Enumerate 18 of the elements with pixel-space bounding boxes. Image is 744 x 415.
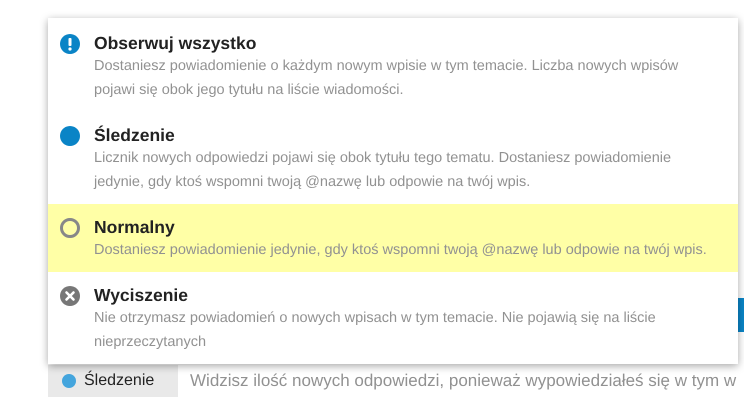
notification-description: Widzisz ilość nowych odpowiedzi, ponieważ wypowiedziałeś się w tym w <box>190 370 736 392</box>
menu-item-description: Dostaniesz powiadomienie jedynie, gdy ktoś wspomni twoją @nazwę lub odpowie na twój wpis. <box>94 241 707 260</box>
menu-item-description: Licznik nowych odpowiedzi pojawi się obok tytułu tego tematu. Dostaniesz powiadomienie jedynie, gdy ktoś wspomni twoją @nazwę lub odpowie na twój wpis. <box>94 149 672 192</box>
menu-item-title: Normalny <box>94 216 176 238</box>
menu-item-description: Nie otrzymasz powiadomień o nowych wpisach w tym temacie. Nie pojawią się na liście nieprzeczytanych <box>94 309 657 352</box>
circle-icon <box>60 218 80 238</box>
notification-button[interactable]: Śledzenie <box>48 365 178 397</box>
menu-item-title: Obserwuj wszystko <box>94 32 258 54</box>
close-icon <box>60 286 80 306</box>
menu-item[interactable]: Wyciszenie Nie otrzymasz powiadomień o nowych wpisach w tym temacie. Nie pojawią się na liście nieprzeczytanych <box>48 272 738 364</box>
menu-item-description: Dostaniesz powiadomienie o każdym nowym wpisie w tym temacie. Liczba nowych wpisów pojawi się obok jego tytułu na liście wiadomości. <box>94 57 680 100</box>
menu-item[interactable]: Śledzenie Licznik nowych odpowiedzi pojawi się obok tytułu tego tematu. Dostaniesz powiadomienie jedynie, gdy ktoś wspomni twoją @nazwę lub odpowie na twój wpis. <box>48 112 738 204</box>
menu-item[interactable]: Obserwuj wszystko Dostaniesz powiadomienie o każdym nowym wpisie w tym temacie. Liczba nowych wpisów pojawi się obok jego tytułu na liście wiadomości. <box>48 18 738 112</box>
menu-item[interactable]: Normalny Dostaniesz powiadomienie jedynie, gdy ktoś wspomni twoją @nazwę lub odpowie na twój wpis. <box>48 204 738 272</box>
exclamation-icon <box>60 34 80 54</box>
dot-icon <box>60 126 80 146</box>
menu-item-title: Śledzenie <box>94 124 176 146</box>
menu-item-title: Wyciszenie <box>94 284 190 306</box>
